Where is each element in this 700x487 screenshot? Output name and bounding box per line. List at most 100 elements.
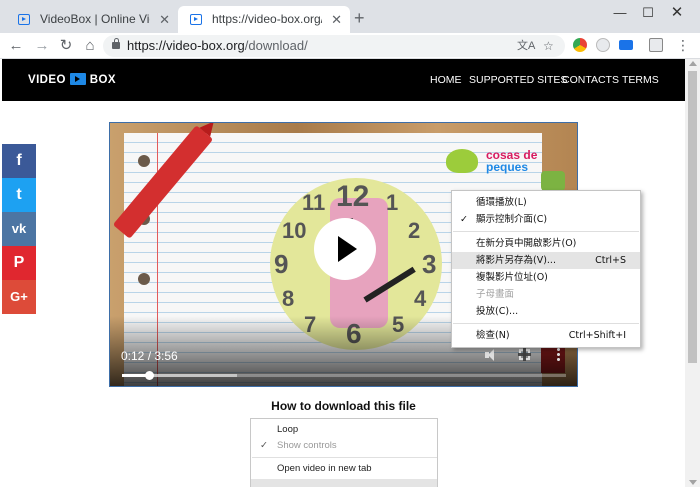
scroll-down-icon[interactable] (689, 480, 697, 485)
nav-link-terms[interactable]: TERMS (622, 74, 659, 87)
page-scrollbar[interactable] (685, 59, 700, 487)
extension-chrome-icon[interactable] (573, 38, 587, 52)
ctx-item-inspect[interactable]: 檢查(N) Ctrl+Shift+I (452, 327, 640, 344)
close-window-button[interactable]: ✕ (662, 4, 692, 22)
back-button[interactable]: ← (6, 36, 26, 56)
video-brand-logo: cosas de peques (440, 145, 550, 179)
instruction-item-show-controls: ✓ Show controls (251, 438, 437, 454)
maximize-button[interactable]: ☐ (633, 4, 663, 22)
clock-number: 10 (282, 218, 307, 243)
ctx-shortcut: Ctrl+S (595, 255, 626, 266)
reload-button[interactable]: ↻ (56, 36, 76, 56)
checkmark-icon: ✓ (460, 214, 468, 225)
ctx-item-loop[interactable]: 循環播放(L) (452, 194, 640, 211)
instruction-item-label: Open video in new tab (277, 463, 372, 474)
more-options-icon[interactable] (557, 347, 560, 361)
tab-title: VideoBox | Online Video Conve (40, 12, 150, 26)
ctx-shortcut: Ctrl+Shift+I (568, 330, 626, 341)
forward-button[interactable]: → (32, 36, 52, 56)
ctx-item-label: 複製影片位址(O) (476, 272, 548, 283)
brand-text-bottom: peques (486, 160, 529, 174)
ctx-item-show-controls[interactable]: ✓ 顯示控制介面(C) (452, 211, 640, 228)
menu-divider (453, 323, 639, 324)
translate-icon[interactable]: 文A (517, 38, 535, 54)
menu-divider (252, 457, 437, 458)
browser-menu-icon[interactable]: ⋮ (676, 37, 690, 53)
video-decoration (541, 171, 565, 191)
video-time: 0:12 / 3:56 (121, 349, 178, 363)
vk-share-icon[interactable]: vk (2, 212, 36, 246)
clock-number: 11 (302, 190, 326, 215)
clock-number: 4 (414, 286, 427, 311)
extension-circle-icon[interactable] (596, 38, 610, 52)
ctx-item-label: 子母畫面 (476, 289, 515, 300)
ctx-item-picture-in-picture: 子母畫面 (452, 286, 640, 303)
volume-icon[interactable] (485, 349, 499, 361)
minimize-button[interactable]: — (605, 4, 635, 22)
howto-heading: How to download this file (271, 399, 416, 413)
lock-icon[interactable] (112, 38, 120, 49)
play-icon[interactable] (314, 218, 376, 280)
clock-number: 2 (408, 218, 421, 243)
new-tab-button[interactable]: + (354, 8, 365, 28)
ctx-item-label: 在新分頁中開啟影片(O) (476, 238, 577, 249)
tab-close-icon[interactable]: ✕ (159, 6, 170, 33)
tab-close-icon[interactable]: ✕ (331, 6, 342, 33)
videobox-favicon-icon (190, 14, 202, 25)
nav-link-home[interactable]: HOME (430, 74, 462, 87)
address-bar[interactable]: https://video-box.org/download/ 文A ☆ (103, 35, 565, 57)
page-viewport: VIDEO BOX HOME SUPPORTED SITES CONTACTS T… (2, 59, 685, 487)
nav-link-supported-sites[interactable]: SUPPORTED SITES (469, 74, 567, 87)
scroll-up-icon[interactable] (689, 61, 697, 66)
brand-text: cosas de peques (486, 149, 537, 173)
clock-number: 8 (282, 286, 295, 311)
logo-text-left: VIDEO (28, 74, 66, 86)
ctx-item-open-new-tab[interactable]: 在新分頁中開啟影片(O) (452, 235, 640, 252)
paper-hole (138, 273, 150, 285)
ctx-item-label: 顯示控制介面(C) (476, 214, 548, 225)
logo-text-right: BOX (89, 74, 116, 86)
googleplus-share-icon[interactable]: G+ (2, 280, 36, 314)
site-header: VIDEO BOX HOME SUPPORTED SITES CONTACTS T… (2, 59, 685, 101)
ctx-item-cast[interactable]: 投放(C)... (452, 303, 640, 320)
paper-hole (138, 155, 150, 167)
clock-number: 9 (274, 249, 289, 279)
tab-videobox[interactable]: VideoBox | Online Video Conve ✕ (6, 6, 178, 33)
menu-divider (453, 231, 639, 232)
url-host: https://video-box.org (127, 38, 245, 53)
video-context-menu: 循環播放(L) ✓ 顯示控制介面(C) 在新分頁中開啟影片(O) 將影片另存為(V… (451, 190, 641, 348)
ctx-item-label: 將影片另存為(V)... (476, 255, 556, 266)
pinterest-share-icon[interactable]: P (2, 246, 36, 280)
instruction-menu-image: Loop ✓ Show controls Open video in new ta… (250, 418, 438, 487)
browser-toolbar: ← → ↻ ⌂ https://video-box.org/download/ … (0, 33, 700, 59)
clock-number: 12 (336, 180, 370, 213)
url-path: /download/ (244, 38, 308, 53)
nav-link-contacts[interactable]: CONTACTS (562, 74, 619, 87)
video-progress-bar[interactable] (122, 371, 566, 380)
ctx-item-label: 循環播放(L) (476, 197, 527, 208)
logo-play-icon (69, 73, 86, 85)
twitter-share-icon[interactable]: t (2, 178, 36, 212)
tab-download[interactable]: https://video-box.org/downlo ✕ (178, 6, 350, 33)
checkmark-icon: ✓ (260, 440, 268, 451)
clock-number: 1 (386, 190, 399, 215)
bookmark-star-icon[interactable]: ☆ (543, 38, 554, 54)
ctx-item-save-video-as[interactable]: 將影片另存為(V)... Ctrl+S (452, 252, 640, 269)
progress-scrubber[interactable] (144, 371, 154, 380)
instruction-highlight-row (251, 479, 437, 487)
scrollbar-thumb[interactable] (688, 71, 697, 363)
ctx-item-copy-video-address[interactable]: 複製影片位址(O) (452, 269, 640, 286)
tab-title: https://video-box.org/downlo (212, 12, 322, 26)
home-button[interactable]: ⌂ (80, 36, 100, 56)
site-logo[interactable]: VIDEO BOX (28, 73, 116, 87)
ctx-item-label: 投放(C)... (476, 306, 519, 317)
tab-strip: VideoBox | Online Video Conve ✕ https://… (0, 0, 700, 33)
instruction-item-loop: Loop (251, 422, 437, 438)
extension-calendar-icon[interactable] (649, 38, 663, 52)
fullscreen-icon[interactable] (518, 348, 531, 361)
facebook-share-icon[interactable]: f (2, 144, 36, 178)
clock-number: 3 (422, 249, 437, 279)
elephant-icon (446, 149, 478, 173)
instruction-item-label: Loop (277, 424, 299, 435)
extension-screen-icon[interactable] (619, 40, 633, 50)
